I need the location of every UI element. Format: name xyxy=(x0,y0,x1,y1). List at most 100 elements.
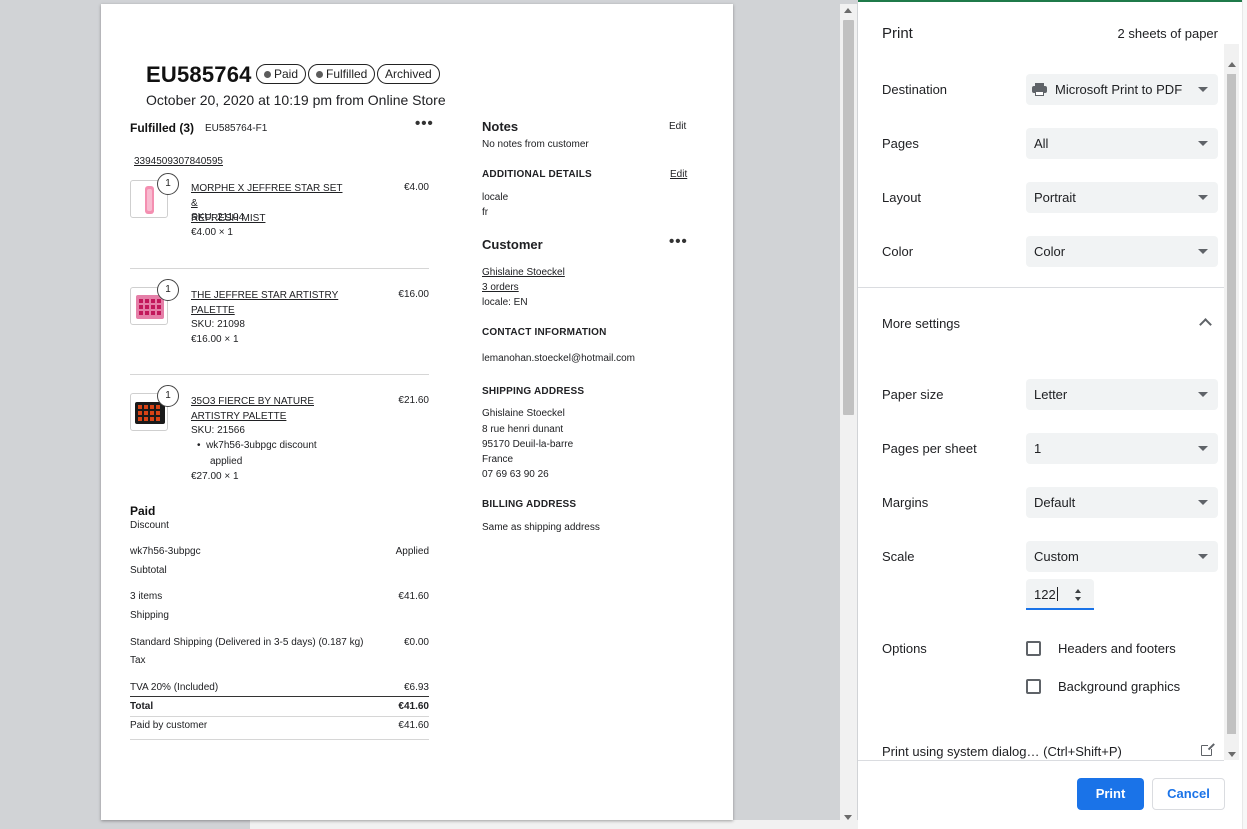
status-badge-archived: Archived xyxy=(377,64,440,84)
item-quantity-badge: 1 xyxy=(157,173,179,195)
margins-label: Margins xyxy=(882,495,929,510)
background-graphics-label[interactable]: Background graphics xyxy=(1058,679,1180,694)
item-name-link[interactable]: THE JEFFREE STAR ARTISTRY PALETTE xyxy=(191,288,351,318)
chevron-up-icon[interactable] xyxy=(1199,318,1212,331)
spin-down-icon[interactable] xyxy=(1075,597,1081,601)
scroll-up-arrow-icon[interactable] xyxy=(1227,62,1236,67)
pages-per-sheet-label: Pages per sheet xyxy=(882,441,977,456)
customer-more-icon[interactable]: ••• xyxy=(669,233,688,250)
payment-row: 3 items €41.60 xyxy=(130,591,429,602)
item-name-link[interactable]: 35O3 FIERCE BY NATURE ARTISTRY PALETTE xyxy=(191,394,351,424)
paper-size-select[interactable]: Letter xyxy=(1026,379,1218,410)
item-discount: • wk7h56-3ubpgc discount xyxy=(197,440,317,451)
payment-total-row: Total €41.60 xyxy=(130,701,429,712)
shipping-line: 95170 Deuil-la-barre xyxy=(482,439,574,450)
additional-details-edit-link[interactable]: Edit xyxy=(670,169,687,180)
chevron-down-icon xyxy=(1198,392,1208,397)
color-select[interactable]: Color xyxy=(1026,236,1218,267)
print-settings-panel: Print 2 sheets of paper Destination Micr… xyxy=(858,0,1247,829)
item-unit-price: €27.00 × 1 xyxy=(191,471,239,482)
contact-heading: CONTACT INFORMATION xyxy=(482,327,607,338)
payment-divider xyxy=(130,739,429,740)
color-label: Color xyxy=(882,244,914,259)
headers-footers-checkbox[interactable] xyxy=(1026,641,1041,656)
notes-edit-link[interactable]: Edit xyxy=(669,121,686,132)
cancel-button[interactable]: Cancel xyxy=(1152,778,1225,810)
customer-heading: Customer xyxy=(482,237,543,252)
fulfillment-id: EU585764-F1 xyxy=(205,123,268,134)
chevron-down-icon xyxy=(1198,195,1208,200)
payment-row: Shipping xyxy=(130,610,169,621)
destination-select[interactable]: Microsoft Print to PDF xyxy=(1026,74,1218,105)
pages-label: Pages xyxy=(882,136,919,151)
shipping-line: 07 69 63 90 26 xyxy=(482,469,549,480)
headers-footers-label[interactable]: Headers and footers xyxy=(1058,641,1176,656)
item-sku: SKU: 21566 xyxy=(191,425,245,436)
print-title: Print xyxy=(882,25,913,42)
item-quantity-badge: 1 xyxy=(157,279,179,301)
layout-select[interactable]: Portrait xyxy=(1026,182,1218,213)
background-window-strip xyxy=(250,820,858,829)
status-badge-fulfilled: Fulfilled xyxy=(308,64,376,84)
layout-label: Layout xyxy=(882,190,922,205)
additional-details-heading: ADDITIONAL DETAILS xyxy=(482,169,592,180)
dialog-footer: Print Cancel xyxy=(858,760,1225,829)
chevron-down-icon xyxy=(1198,249,1208,254)
scrollbar-thumb[interactable] xyxy=(843,20,854,415)
system-dialog-link[interactable]: Print using system dialog… (Ctrl+Shift+P… xyxy=(882,744,1122,759)
additional-key: locale xyxy=(482,192,509,203)
print-button[interactable]: Print xyxy=(1077,778,1144,810)
billing-heading: BILLING ADDRESS xyxy=(482,499,577,510)
item-quantity-badge: 1 xyxy=(157,385,179,407)
scrollbar-thumb[interactable] xyxy=(1227,74,1236,734)
destination-label: Destination xyxy=(882,82,948,97)
printer-icon xyxy=(1032,83,1047,96)
customer-name-link[interactable]: Ghislaine Stoeckel xyxy=(482,267,565,278)
scroll-down-arrow-icon[interactable] xyxy=(1227,752,1236,757)
scale-select[interactable]: Custom xyxy=(1026,541,1218,572)
payment-row: Paid by customer €41.60 xyxy=(130,720,429,731)
scroll-up-arrow-icon[interactable] xyxy=(844,8,852,13)
item-total-price: €4.00 xyxy=(403,182,429,193)
more-settings-toggle[interactable]: More settings xyxy=(882,316,960,331)
spin-up-icon[interactable] xyxy=(1075,589,1081,593)
background-graphics-checkbox[interactable] xyxy=(1026,679,1041,694)
tracking-number[interactable]: 3394509307840595 xyxy=(134,156,223,167)
scale-input[interactable]: 122 xyxy=(1026,579,1094,610)
payment-row: Subtotal xyxy=(130,565,167,576)
payment-row: wk7h56-3ubpgc Applied xyxy=(130,546,429,557)
customer-email: lemanohan.stoeckel@hotmail.com xyxy=(482,353,636,364)
chevron-down-icon xyxy=(1198,554,1208,559)
shipping-heading: SHIPPING ADDRESS xyxy=(482,386,585,397)
chevron-down-icon xyxy=(1198,141,1208,146)
open-external-icon[interactable] xyxy=(1201,743,1215,756)
customer-locale: locale: EN xyxy=(482,297,528,308)
settings-divider xyxy=(858,287,1224,288)
margins-select[interactable]: Default xyxy=(1026,487,1218,518)
shipping-line: Ghislaine Stoeckel xyxy=(482,408,565,419)
order-date: October 20, 2020 at 10:19 pm from Online… xyxy=(146,92,446,108)
preview-scrollbar[interactable] xyxy=(840,4,857,822)
status-dot-icon xyxy=(316,71,323,78)
status-badge-paid: Paid xyxy=(256,64,307,84)
order-number: EU585764 xyxy=(146,62,252,87)
item-divider xyxy=(130,374,429,375)
item-discount-applied: applied xyxy=(210,456,243,467)
pages-select[interactable]: All xyxy=(1026,128,1218,159)
shipping-line: 8 rue henri dunant xyxy=(482,424,564,435)
customer-orders-link[interactable]: 3 orders xyxy=(482,282,519,293)
panel-scrollbar[interactable] xyxy=(1224,44,1239,760)
chevron-down-icon xyxy=(1198,87,1208,92)
fulfilled-more-icon[interactable]: ••• xyxy=(415,115,434,132)
shipping-line: France xyxy=(482,454,514,465)
print-preview-area: EU585764 Paid Fulfilled Archived October… xyxy=(0,0,858,829)
item-total-price: €16.00 xyxy=(398,289,429,300)
options-label: Options xyxy=(882,641,927,656)
item-divider xyxy=(130,268,429,269)
pages-per-sheet-select[interactable]: 1 xyxy=(1026,433,1218,464)
chevron-down-icon xyxy=(1198,446,1208,451)
billing-text: Same as shipping address xyxy=(482,522,600,533)
scroll-down-arrow-icon[interactable] xyxy=(844,815,852,820)
chevron-down-icon xyxy=(1198,500,1208,505)
item-unit-price: €16.00 × 1 xyxy=(191,334,239,345)
